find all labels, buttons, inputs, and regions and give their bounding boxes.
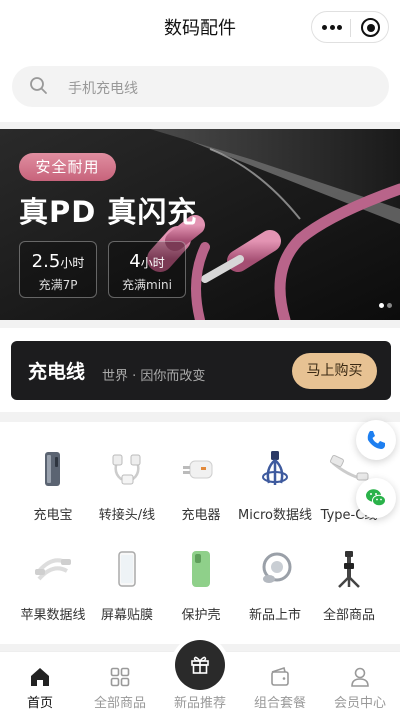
category-micro-cable[interactable]: Micro数据线	[233, 449, 317, 545]
category-screen-protector[interactable]: 屏幕贴膜	[85, 549, 169, 645]
stat-value: 2.5	[31, 251, 61, 272]
ring-holder-icon	[262, 552, 292, 583]
category-power-bank[interactable]: 充电宝	[11, 449, 95, 545]
micro-cable-icon	[262, 451, 288, 485]
banner-badge: 安全耐用	[19, 153, 116, 181]
home-icon	[31, 668, 49, 686]
stat-unit: 小时	[60, 256, 85, 270]
tab-all-products[interactable]: 全部商品	[80, 652, 160, 712]
promo-section: 充电线 世界 · 因你而改变 马上购买	[0, 328, 400, 412]
search-section: 手机充电线	[0, 56, 400, 122]
promo-card[interactable]: 充电线 世界 · 因你而改变 马上购买	[11, 341, 391, 400]
tab-home[interactable]: 首页	[0, 652, 80, 712]
tab-label: 首页	[26, 696, 53, 711]
adapter-icon	[112, 454, 141, 485]
user-icon	[351, 667, 369, 687]
phone-contact-button[interactable]	[356, 420, 396, 460]
tab-bundles[interactable]: 组合套餐	[240, 652, 320, 712]
tab-label: 组合套餐	[253, 696, 306, 711]
phone-case-icon	[192, 551, 210, 587]
grid-icon	[110, 667, 130, 687]
new-recommend-center-button[interactable]	[175, 640, 225, 690]
gift-icon	[191, 656, 209, 674]
close-target-icon[interactable]	[361, 18, 380, 37]
buy-now-button[interactable]: 马上购买	[292, 353, 377, 389]
power-bank-icon	[45, 452, 60, 486]
promo-slogan: 世界 · 因你而改变	[102, 369, 206, 384]
banner-stat-1: 2.5小时 充满7P	[19, 241, 97, 298]
wechat-icon	[366, 489, 386, 507]
category-adapter[interactable]: 转接头/线	[85, 449, 169, 545]
wallet-icon	[271, 666, 289, 686]
charger-icon	[183, 460, 213, 479]
tab-label: 会员中心	[333, 696, 386, 711]
search-placeholder: 手机充电线	[68, 81, 138, 97]
search-icon	[30, 77, 47, 94]
tab-member-center[interactable]: 会员中心	[320, 652, 400, 712]
stat-unit: 小时	[140, 256, 165, 270]
stat-value: 4	[129, 251, 141, 272]
selfie-stick-icon	[338, 551, 360, 588]
wechat-contact-button[interactable]	[356, 478, 396, 518]
apple-cable-icon	[35, 558, 71, 581]
hero-banner[interactable]: 安全耐用 真PD 真闪充 2.5小时 充满7P 4小时 充满mini	[0, 129, 400, 320]
capsule-divider	[350, 19, 351, 37]
carousel-indicator	[376, 293, 392, 312]
category-all-products[interactable]: 全部商品	[307, 549, 391, 645]
promo-title: 充电线	[28, 361, 86, 383]
top-bar: 数码配件	[0, 0, 400, 56]
category-new-arrivals[interactable]: 新品上市	[233, 549, 317, 645]
stat-desc: 充满7P	[38, 278, 78, 292]
category-charger[interactable]: 充电器	[159, 449, 243, 545]
more-icon[interactable]	[322, 25, 342, 31]
category-phone-case[interactable]: 保护壳	[159, 549, 243, 645]
category-label: 全部商品	[322, 608, 375, 623]
search-input[interactable]: 手机充电线	[12, 66, 389, 107]
category-apple-cable[interactable]: 苹果数据线	[11, 549, 95, 645]
stat-desc: 充满mini	[122, 278, 172, 292]
category-grid: 充电宝 转接头/线 充电器 Micro数据线 Type-C线 苹果数据线 屏幕贴…	[0, 422, 400, 644]
mini-program-capsule	[311, 11, 389, 43]
screen-protector-icon	[118, 551, 136, 587]
banner-headline: 真PD 真闪充	[19, 195, 198, 229]
tab-label: 全部商品	[93, 696, 146, 711]
phone-icon	[367, 431, 385, 449]
tab-label: 新品推荐	[173, 696, 226, 711]
banner-stat-2: 4小时 充满mini	[108, 241, 186, 298]
